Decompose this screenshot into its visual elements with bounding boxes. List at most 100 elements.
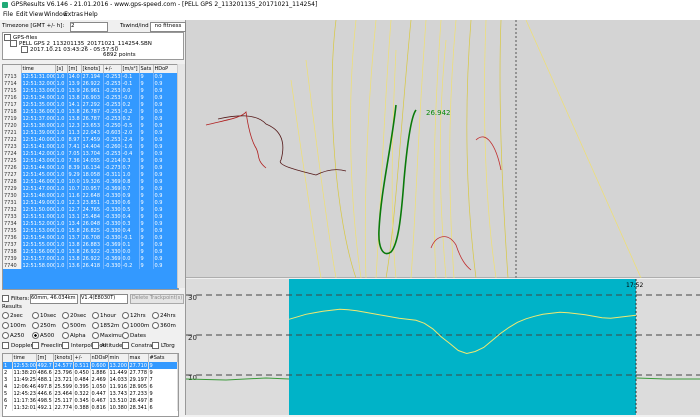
table-row[interactable]: 1 12:53:00 492.7 24.577 0.511 0.600 13.200 27.7… [3,362,178,369]
table-row[interactable]: 7735 12:51:53.000 1.0 15.8 26.825 -0.330 0.4 9 0… [3,227,178,234]
track-map[interactable]: 26.942 [186,20,700,278]
table-row[interactable]: 7739 12:51:57.000 1.0 13.8 26.922 -0.369 0.0 9 0… [3,255,178,262]
radio-icon[interactable] [152,322,159,329]
grid-header[interactable]: +/- [103,65,122,73]
table-row[interactable]: 7736 12:51:54.000 1.0 13.7 26.708 -0.330 -0.1 9… [3,234,178,241]
grid-header[interactable]: [m] [36,354,54,362]
table-row[interactable]: 7732 12:51:50.000 1.0 12.7 24.765 -0.330 0.5 9 0… [3,206,178,213]
checkbox-icon[interactable] [2,295,9,302]
filters-value[interactable]: 60mm, 46.034km [30,294,78,304]
results-grid[interactable]: time [m] [knots] +/- nDOsP min max #Sats 1 12:53… [2,353,179,417]
result-option[interactable]: 1852m [92,322,119,329]
table-row[interactable]: 7740 12:51:58.000 1.0 13.6 26.418 -0.330 -0.2 9… [3,262,178,269]
result-option[interactable]: Alpha [62,332,86,339]
table-row[interactable]: 7723 12:51:41.000 1.0 7.41 14.404 -0.260 -1.6 9… [3,143,178,150]
grid-header[interactable]: nDOsP [90,354,109,362]
result-option[interactable]: 250m [32,322,56,329]
table-row[interactable]: 7731 12:51:49.000 1.0 12.3 23.851 -0.330 0.6 9 0… [3,199,178,206]
table-row[interactable]: 7738 12:51:56.000 1.0 13.8 26.922 -0.330 0.0 9 0… [3,248,178,255]
trackpoint-grid[interactable]: time [s] [m] [knots] +/- [m/s²] Sats HDoP 7713 1… [2,64,179,290]
table-row[interactable]: 7 11:32:01 492.1 22.774 0.388 0.816 10.380 28.3… [3,404,178,411]
grid-header[interactable] [3,65,22,73]
result-option[interactable]: Freeclim [32,342,64,349]
result-option[interactable]: 100m [2,322,26,329]
menu-extras[interactable]: Extras [64,11,83,18]
radio-icon[interactable] [32,312,39,319]
grid-header[interactable]: min [108,354,129,362]
checkbox-icon[interactable] [21,46,28,53]
grid-header[interactable]: +/- [73,354,91,362]
result-option[interactable]: 24hrs [152,312,176,319]
result-option[interactable]: Altitude [92,342,123,349]
grid-header[interactable]: max [128,354,149,362]
table-row[interactable]: 7727 12:51:45.000 1.0 9.29 18.058 -0.311 1.0 9 0… [3,171,178,178]
radio-icon[interactable] [122,332,129,339]
grid-scrollbar[interactable] [177,64,185,288]
table-row[interactable]: 7728 12:51:46.000 1.0 10.0 19.326 -0.369 0.8 9 0… [3,178,178,185]
grid-header[interactable]: [knots] [81,65,104,73]
result-option[interactable]: 1hour [92,312,116,319]
checkbox-icon[interactable] [152,342,159,349]
radio-icon[interactable] [92,312,99,319]
result-option[interactable]: 2sec [2,312,23,319]
radio-icon[interactable] [152,312,159,319]
radio-icon[interactable] [62,322,69,329]
table-row[interactable]: 7733 12:51:51.000 1.0 13.1 25.484 -0.330 0.4 9 0… [3,213,178,220]
timezone-input[interactable]: 2 [70,22,108,32]
result-option[interactable]: A500 [32,332,54,339]
table-row[interactable]: 7720 12:51:38.000 1.0 12.3 23.653 -0.250 -0.5 9… [3,122,178,129]
menu-help[interactable]: Help [84,11,98,18]
table-row[interactable]: 6 11:17:36 498.5 25.117 0.345 0.467 13.510 28.4… [3,397,178,404]
selection-range[interactable] [289,279,636,415]
table-row[interactable]: 7729 12:51:47.000 1.0 10.7 20.957 -0.369 0.7 9 0… [3,185,178,192]
table-row[interactable]: 7737 12:51:55.000 1.0 13.8 26.883 -0.369 0.1 9 0… [3,241,178,248]
table-row[interactable]: 7716 12:51:34.000 1.0 13.8 26.903 -0.253 -0.0 9… [3,94,178,101]
table-row[interactable]: 7713 12:51:31.000 1.0 14.0 27.194 -0.253 -0.1 9… [3,73,178,80]
result-option[interactable]: Doppler [2,342,33,349]
result-option[interactable]: 1000m [122,322,149,329]
menu-view[interactable]: View [29,11,43,18]
radio-icon[interactable] [92,322,99,329]
result-option[interactable]: 500m [62,322,86,329]
table-row[interactable]: 7730 12:51:48.000 1.0 11.6 22.648 -0.330 0.9 9 0… [3,192,178,199]
grid-header[interactable]: time [12,354,37,362]
checkbox-icon[interactable] [122,342,129,349]
table-row[interactable]: 7718 12:51:36.000 1.0 13.8 26.787 -0.253 -0.2 9… [3,108,178,115]
menu-file[interactable]: File [3,11,13,18]
delete-trackpoints-button[interactable]: Delete Trackpoint(s) [130,294,184,304]
table-row[interactable]: 7714 12:51:32.000 1.0 13.9 26.922 -0.253 -0.1 9… [3,80,178,87]
result-option[interactable]: LTorg [152,342,175,349]
grid-header[interactable]: [knots] [53,354,74,362]
checkbox-icon[interactable] [32,342,39,349]
grid-header[interactable]: HDoP [153,65,178,73]
checkbox-icon[interactable] [10,40,17,47]
table-row[interactable]: 7724 12:51:42.000 1.0 7.05 13.704 -0.253 -0.4 9… [3,150,178,157]
grid-header[interactable]: time [21,65,56,73]
grid-header[interactable]: [s] [55,65,68,73]
radio-icon[interactable] [2,332,9,339]
result-option[interactable]: 20sec [62,312,86,319]
grid-header[interactable]: [m] [67,65,82,73]
radio-icon[interactable] [32,322,39,329]
result-option[interactable]: Dates [122,332,146,339]
filters-device[interactable]: V1.4(E8030T) [80,294,128,304]
table-row[interactable]: 7722 12:51:40.000 1.0 8.97 17.459 -0.253 -2.4 9… [3,136,178,143]
table-row[interactable]: 7721 12:51:39.000 1.0 11.3 22.043 -0.603 -2.0 9… [3,129,178,136]
result-option[interactable]: 12hrs [122,312,146,319]
menu-edit[interactable]: Edit [16,11,28,18]
result-option[interactable]: 360m [152,322,176,329]
table-row[interactable]: 7734 12:51:52.000 1.0 13.4 26.048 -0.330 0.3 9 0… [3,220,178,227]
radio-icon[interactable] [122,322,129,329]
checkbox-icon[interactable] [92,342,99,349]
table-row[interactable]: 7717 12:51:35.000 1.0 14.1 27.292 -0.253 0.2 9 0… [3,101,178,108]
radio-icon[interactable] [122,312,129,319]
radio-icon[interactable] [2,322,9,329]
grid-header[interactable]: Sats [139,65,154,73]
table-row[interactable]: 3 11:49:25 488.1 23.721 0.484 2.469 14.033 29.1… [3,376,178,383]
speed-chart[interactable]: 30 20 10 17:52 [186,279,700,415]
checkbox-icon[interactable] [2,342,9,349]
radio-icon[interactable] [62,332,69,339]
grid-header[interactable]: #Sats [148,354,178,362]
table-row[interactable]: 7725 12:51:43.000 1.0 7.36 14.035 -0.214 0.3 9 0… [3,157,178,164]
table-row[interactable]: 7715 12:51:33.000 1.0 13.9 26.961 -0.253 0.0 9 0… [3,87,178,94]
